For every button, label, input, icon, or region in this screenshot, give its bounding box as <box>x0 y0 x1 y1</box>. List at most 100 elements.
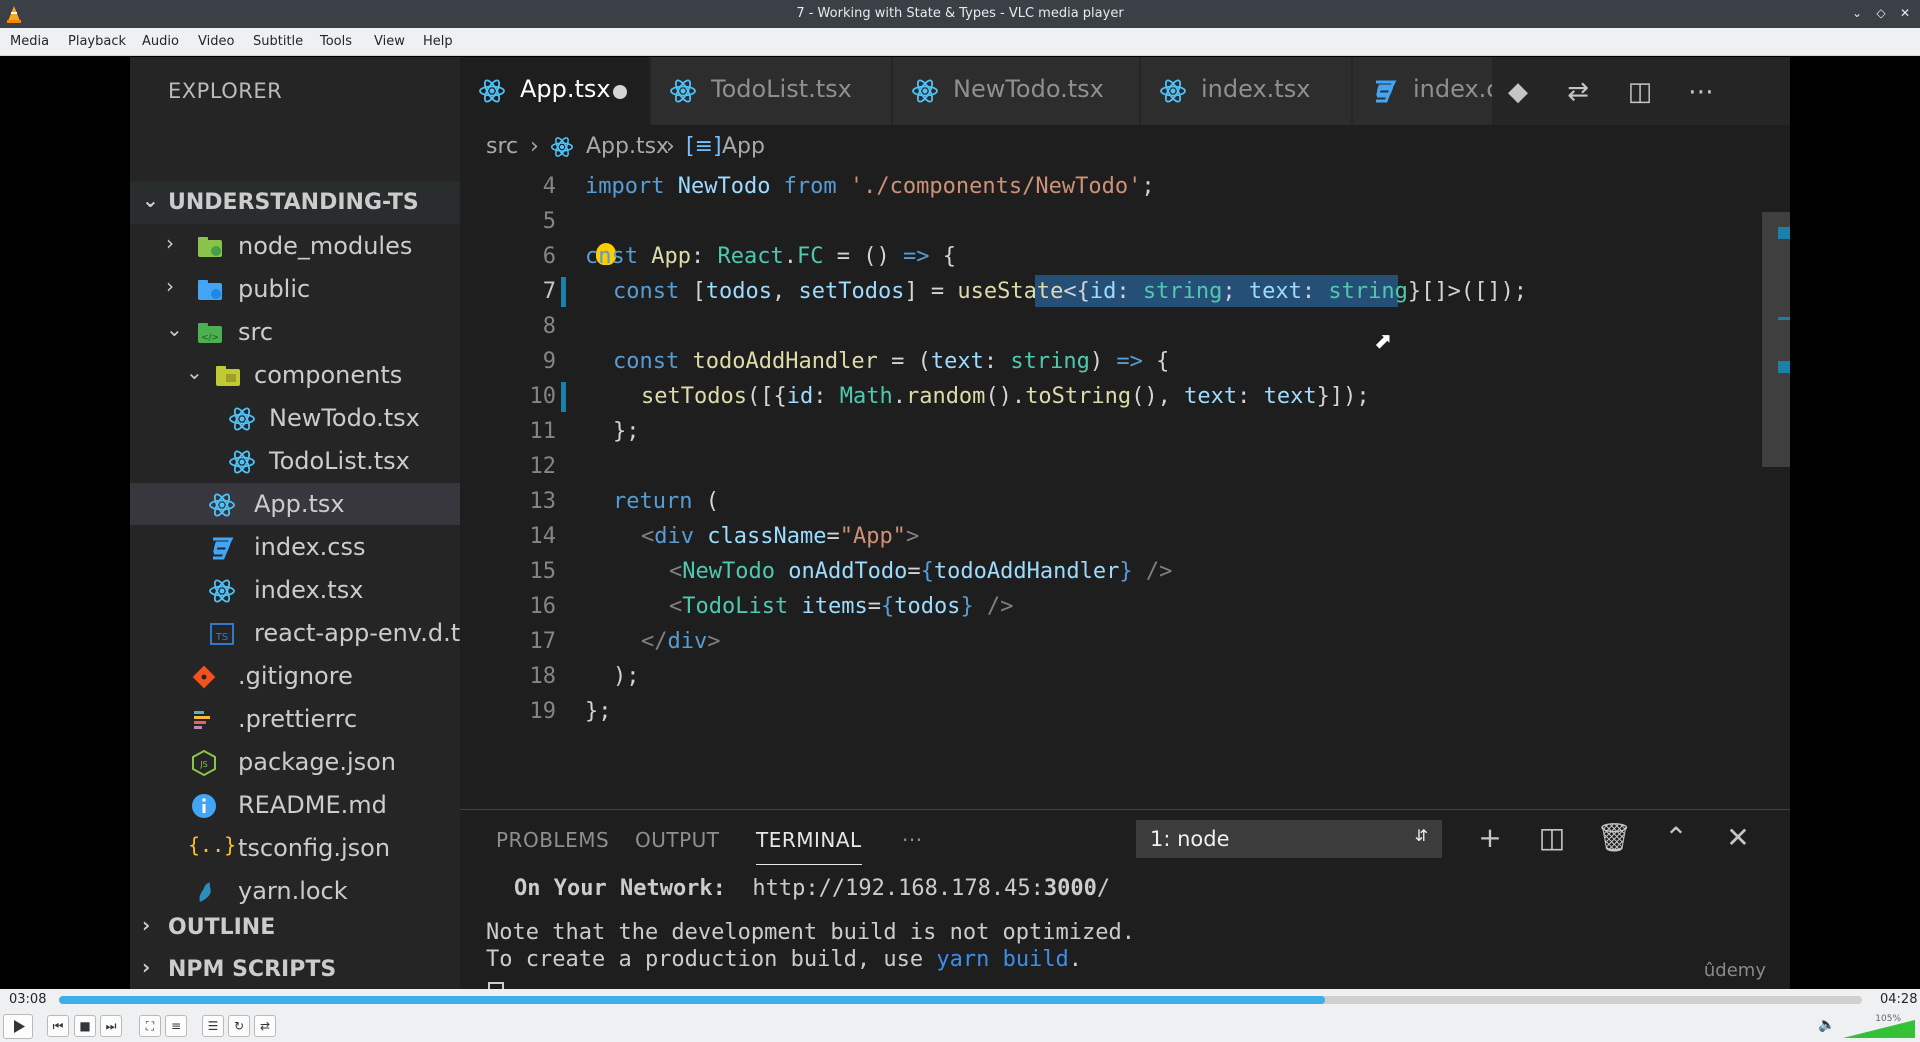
seek-row: 03:08 04:28 <box>0 989 1920 1011</box>
git-compare-icon[interactable]: ◆ <box>1501 75 1535 109</box>
tab-newtodo-tsx[interactable]: NewTodo.tsx <box>893 57 1140 125</box>
tree-item-label: README.md <box>238 791 387 819</box>
tree-item-readme[interactable]: README.md <box>130 784 460 826</box>
breadcrumb-src[interactable]: src <box>486 134 518 159</box>
maximize-panel-icon[interactable]: ⌃ <box>1658 820 1694 856</box>
extended-settings-button[interactable]: ≡ <box>165 1015 187 1037</box>
line-number: 19 <box>529 699 557 724</box>
tree-item-react-app-env[interactable]: TS react-app-env.d.ts <box>130 612 473 654</box>
menu-audio[interactable]: Audio <box>142 34 179 49</box>
breadcrumb-symbol[interactable]: App <box>722 134 765 159</box>
minimap[interactable] <box>1778 169 1790 809</box>
modified-line-marker <box>561 382 566 412</box>
menu-tools[interactable]: Tools <box>320 34 352 49</box>
tab-todolist-tsx[interactable]: TodoList.tsx <box>651 57 892 125</box>
tree-item-gitignore[interactable]: .gitignore <box>130 655 460 697</box>
react-icon <box>550 137 574 157</box>
panel-more-icon[interactable]: ··· <box>902 828 923 852</box>
tab-label: NewTodo.tsx <box>953 75 1104 103</box>
previous-button[interactable]: ⏮ <box>47 1015 69 1037</box>
project-name: UNDERSTANDING-TS <box>168 190 419 215</box>
tree-item-label: App.tsx <box>254 490 345 518</box>
react-icon <box>229 450 255 474</box>
tree-item-newtodo[interactable]: NewTodo.tsx <box>130 397 460 439</box>
line-number: 7 <box>542 279 556 304</box>
split-editor-icon[interactable]: ◫ <box>1623 75 1657 109</box>
split-terminal-icon[interactable]: ◫ <box>1534 820 1570 856</box>
terminal-select[interactable]: 1: node ⇵ <box>1136 820 1442 858</box>
svg-text:TS: TS <box>215 632 228 643</box>
tree-item-src[interactable]: ⌄ </> src <box>130 311 460 353</box>
tab-index-css[interactable]: index.cs <box>1353 57 1493 125</box>
vscode-window: EXPLORER ⌄ UNDERSTANDING-TS › node_modul… <box>130 57 1790 989</box>
tree-item-index-tsx[interactable]: index.tsx <box>130 569 460 611</box>
react-icon <box>479 79 505 103</box>
menu-video[interactable]: Video <box>198 34 234 49</box>
close-panel-icon[interactable]: ✕ <box>1720 820 1756 856</box>
line-number: 12 <box>529 454 557 479</box>
code-line-13: return ( <box>613 489 719 514</box>
chevron-right-icon: › <box>142 955 151 979</box>
maximize-icon[interactable]: ◇ <box>1872 4 1890 22</box>
open-changes-icon[interactable]: ⇄ <box>1561 75 1595 109</box>
npm-scripts-label: NPM SCRIPTS <box>168 957 337 982</box>
line-number: 9 <box>542 349 556 374</box>
fullscreen-button[interactable]: ⛶ <box>139 1015 161 1037</box>
code-line-19: }; <box>585 699 612 724</box>
tab-output[interactable]: OUTPUT <box>635 828 720 852</box>
tree-item-components[interactable]: ⌄ components <box>130 354 460 396</box>
tab-index-tsx[interactable]: index.tsx <box>1141 57 1352 125</box>
tree-item-todolist[interactable]: TodoList.tsx <box>130 440 460 482</box>
play-button[interactable] <box>3 1014 33 1039</box>
volume-slider[interactable]: 105% <box>1843 1014 1915 1038</box>
more-actions-icon[interactable]: ⋯ <box>1684 75 1718 109</box>
seek-slider[interactable] <box>59 996 1862 1004</box>
minimize-icon[interactable]: ⌄ <box>1848 4 1866 22</box>
tree-item-public[interactable]: › public <box>130 268 460 310</box>
modified-line-marker <box>561 277 566 307</box>
new-terminal-icon[interactable]: + <box>1472 820 1508 856</box>
outline-section[interactable]: › OUTLINE <box>130 907 460 949</box>
tab-app-tsx[interactable]: App.tsx <box>460 57 650 125</box>
close-icon[interactable]: ✕ <box>1896 4 1914 22</box>
react-icon <box>229 407 255 431</box>
tree-item-app[interactable]: App.tsx <box>130 483 460 525</box>
tree-item-label: index.tsx <box>254 576 364 604</box>
menu-help[interactable]: Help <box>423 34 453 49</box>
mouse-pointer-icon: ⬈ <box>1374 329 1393 354</box>
menu-media[interactable]: Media <box>10 34 49 49</box>
tab-problems[interactable]: PROBLEMS <box>496 828 609 852</box>
unsaved-dot-icon[interactable] <box>613 85 627 99</box>
tree-item-label: .gitignore <box>238 662 353 690</box>
npm-scripts-section[interactable]: › NPM SCRIPTS <box>130 949 460 989</box>
menu-playback[interactable]: Playback <box>68 34 126 49</box>
speaker-icon[interactable]: 🔈 <box>1818 1017 1835 1033</box>
menu-subtitle[interactable]: Subtitle <box>253 34 303 49</box>
tree-item-package-json[interactable]: JS package.json <box>130 741 460 783</box>
trash-icon[interactable]: 🗑 <box>1596 820 1632 856</box>
tab-label: App.tsx <box>520 75 611 103</box>
tab-terminal[interactable]: TERMINAL <box>756 828 862 865</box>
tree-item-index-css[interactable]: index.css <box>130 526 460 568</box>
shuffle-button[interactable]: ⇄ <box>254 1015 276 1037</box>
next-button[interactable]: ⏭ <box>100 1015 122 1037</box>
tree-item-tsconfig[interactable]: {..} tsconfig.json <box>130 827 460 869</box>
line-number: 10 <box>529 384 557 409</box>
breadcrumb-file[interactable]: App.tsx <box>586 134 669 159</box>
project-section[interactable]: ⌄ UNDERSTANDING-TS <box>130 182 460 224</box>
terminal-note-line-2: To create a production build, use yarn b… <box>486 947 1083 972</box>
folder-node-icon <box>198 237 222 257</box>
code-line-17: </div> <box>641 629 721 654</box>
tree-item-label: NewTodo.tsx <box>269 404 420 432</box>
video-area[interactable]: EXPLORER ⌄ UNDERSTANDING-TS › node_modul… <box>0 57 1920 989</box>
stop-button[interactable]: ■ <box>74 1015 96 1037</box>
tree-item-yarn-lock[interactable]: yarn.lock <box>130 870 460 912</box>
git-icon <box>192 665 216 689</box>
menu-view[interactable]: View <box>374 34 405 49</box>
loop-button[interactable]: ↻ <box>228 1015 250 1037</box>
tree-item-prettierrc[interactable]: .prettierrc <box>130 698 460 740</box>
tree-item-node-modules[interactable]: › node_modules <box>130 225 460 267</box>
code-editor[interactable]: 4 5 6 7 8 9 10 11 12 13 14 15 16 17 18 1… <box>460 169 1790 809</box>
playlist-button[interactable]: ☰ <box>202 1015 224 1037</box>
line-number: 8 <box>542 314 556 339</box>
